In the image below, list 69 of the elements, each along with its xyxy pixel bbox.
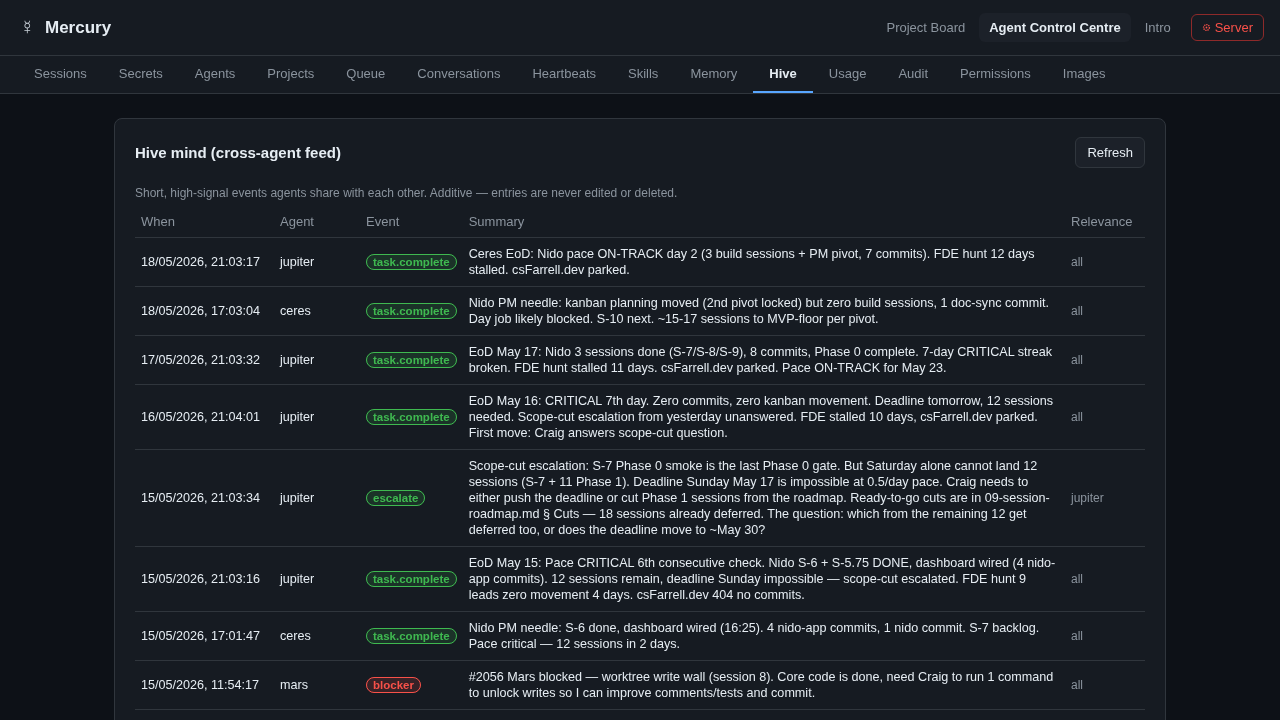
tab[interactable]: Secrets: [102, 56, 179, 93]
event-tag: task.complete: [366, 254, 457, 270]
summary-cell: Ceres EoD: Nido pace ON-TRACK day 2 (3 build sessions + PM pivot, 7 commits). FDE hunt 12 days stalled. csFarrell.dev parked.: [462, 237, 1065, 287]
agent-cell: jupiter: [274, 237, 360, 287]
summary-cell: Scope-cut escalation: S-7 Phase 0 smoke is the last Phase 0 gate. But Saturday alone cannot land 12 sessions (S-7 + 11 Phase 1). Deadline Sunday May 17 is impossible at 0.5/day pace. Craig needs to either push the deadline or cut Phase 1 sessions from the roadmap. Ready-to-go cuts are in 09-session-roadmap.md § Cuts — 18 sessions already deferred. The question: which from the remaining 12 get deferred too, or does the deadline move to ~May 30?: [462, 449, 1065, 547]
agent-cell: jupiter: [274, 335, 360, 385]
relevance-cell: all: [1065, 384, 1145, 450]
tab[interactable]: Usage: [812, 56, 883, 93]
agent-cell: ceres: [274, 286, 360, 336]
tab[interactable]: Projects: [251, 56, 331, 93]
tab[interactable]: Conversations: [401, 56, 517, 93]
relevance-cell: all: [1065, 286, 1145, 336]
summary-cell: Nido PM needle: S-6 done, dashboard wired (16:25). 4 nido-app commits, 1 nido commit. S-7 backlog. Pace critical — 12 sessions in 2 days.: [462, 611, 1065, 661]
server-button[interactable]: Server: [1190, 14, 1264, 41]
event-tag: task.complete: [366, 303, 457, 319]
column-header: Summary: [462, 208, 1065, 238]
relevance-cell: all: [1065, 660, 1145, 710]
tab[interactable]: Hive: [753, 56, 813, 93]
event-tag: task.complete: [366, 571, 457, 587]
summary-cell: EoD May 17: Nido 3 sessions done (S-7/S-8/S-9), 8 commits, Phase 0 complete. 7-day CRITICAL streak broken. FDE hunt stalled 11 days. csFarrell.dev parked. Pace ON-TRACK for May 23.: [462, 335, 1065, 385]
relevance-cell: all: [1065, 611, 1145, 661]
timestamp-cell: 15/05/2026, 21:03:34: [135, 449, 274, 547]
summary-cell: EoD May 15: Pace CRITICAL 6th consecutive check. Nido S-6 + S-5.75 DONE, dashboard wired (4 nido-app commits). 12 sessions remain, deadline Sunday impossible — scope-cut escalated. FDE hunt 9 leads zero movement 4 days. csFarrell.dev 404 no commits.: [462, 546, 1065, 612]
timestamp-cell: 15/05/2026, 17:01:47: [135, 611, 274, 661]
brand-name: Mercury: [45, 17, 112, 38]
logo-symbol: ☿: [20, 16, 35, 39]
agent-cell: jupiter: [274, 449, 360, 547]
event-tag: task.complete: [366, 352, 457, 368]
timestamp-cell: 16/05/2026, 21:04:01: [135, 384, 274, 450]
event-tag: escalate: [366, 490, 426, 506]
relevance-cell: jupiter: [1065, 449, 1145, 547]
nav-link[interactable]: Project Board: [876, 13, 976, 42]
summary-cell: EoD May 16: CRITICAL 7th day. Zero commits, zero kanban movement. Deadline tomorrow, 12 sessions needed. Scope-cut escalation from yesterday unanswered. FDE stalled 10 days, csFarrell.dev parked. First move: Craig answers scope-cut question.: [462, 384, 1065, 450]
refresh-button[interactable]: Refresh: [1075, 137, 1145, 168]
timestamp-cell: 15/05/2026, 11:54:17: [135, 660, 274, 710]
tab[interactable]: Audit: [882, 56, 944, 93]
tab[interactable]: Permissions: [944, 56, 1047, 93]
relevance-cell: all: [1065, 237, 1145, 287]
summary-cell: #2056 Mars blocked — worktree write wall (session 8). Core code is done, need Craig to run 1 command to unlock writes so I can improve comments/tests and commit.: [462, 660, 1065, 710]
panel-title: Hive mind (cross-agent feed): [135, 144, 341, 161]
column-header: Relevance: [1065, 208, 1145, 238]
event-tag: task.complete: [366, 409, 457, 425]
timestamp-cell: 15/05/2026, 21:03:16: [135, 546, 274, 612]
column-header: When: [135, 208, 274, 238]
tab[interactable]: Images: [1046, 56, 1122, 93]
tab[interactable]: Queue: [330, 56, 402, 93]
column-header: Agent: [274, 208, 360, 238]
relevance-cell: all: [1065, 546, 1145, 612]
tab[interactable]: Skills: [612, 56, 675, 93]
event-tag: task.complete: [366, 628, 457, 644]
tab[interactable]: Heartbeats: [516, 56, 613, 93]
agent-cell: mars: [274, 660, 360, 710]
timestamp-cell: 17/05/2026, 21:03:32: [135, 335, 274, 385]
nav-link[interactable]: Agent Control Centre: [979, 13, 1131, 42]
panel-description: Short, high-signal events agents share with each other. Additive — entries are never edited or deleted.: [135, 186, 679, 200]
agent-cell: jupiter: [274, 384, 360, 450]
tab[interactable]: Agents: [178, 56, 252, 93]
column-header: Event: [360, 208, 463, 238]
agent-cell: jupiter: [274, 546, 360, 612]
nav-link[interactable]: Intro: [1134, 13, 1181, 42]
agent-cell: ceres: [274, 611, 360, 661]
summary-cell: Nido PM needle: kanban planning moved (2nd pivot locked) but zero build sessions, 1 doc-sync commit. Day job likely blocked. S-10 next. ~15-17 sessions to MVP-floor per pivot.: [462, 286, 1065, 336]
gear-icon: [1201, 23, 1211, 32]
relevance-cell: all: [1065, 335, 1145, 385]
timestamp-cell: 18/05/2026, 21:03:17: [135, 237, 274, 287]
tab[interactable]: Memory: [674, 56, 754, 93]
timestamp-cell: 18/05/2026, 17:03:04: [135, 286, 274, 336]
tab[interactable]: Sessions: [18, 56, 103, 93]
event-tag: blocker: [366, 677, 421, 693]
